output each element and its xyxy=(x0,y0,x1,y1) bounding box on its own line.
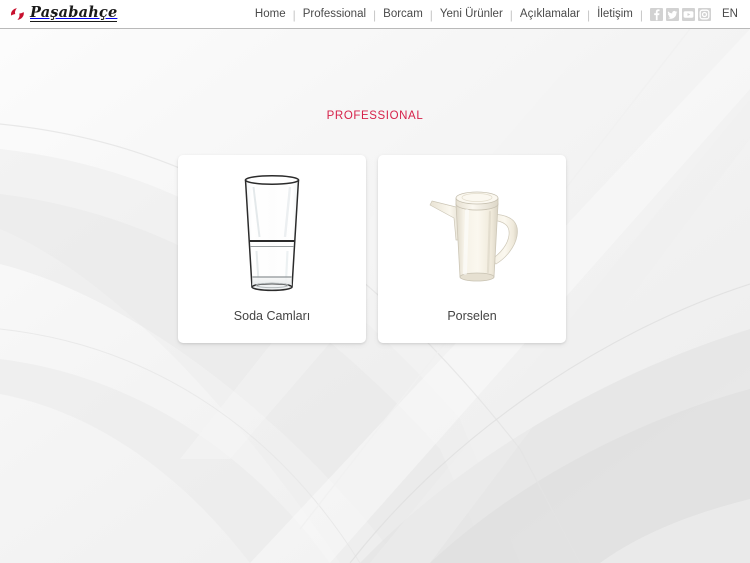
main-navigation: Home | Professional | Borcam | Yeni Ürün… xyxy=(248,0,742,29)
nav-item-yeni-urunler[interactable]: Yeni Ürünler xyxy=(433,0,510,29)
nav-item-professional[interactable]: Professional xyxy=(296,0,373,29)
drinking-glass-tumbler-icon xyxy=(178,165,366,303)
social-links xyxy=(643,8,717,21)
product-card-porselen[interactable]: Porselen xyxy=(378,155,566,343)
nav-item-iletisim[interactable]: İletişim xyxy=(590,0,640,29)
language-switcher[interactable]: EN xyxy=(717,0,742,29)
site-logo[interactable]: Paşabahçe xyxy=(9,3,118,25)
youtube-icon[interactable] xyxy=(682,8,696,21)
page-title: PROFESSIONAL xyxy=(326,110,424,122)
nav-item-home[interactable]: Home xyxy=(248,0,293,29)
instagram-icon[interactable] xyxy=(698,8,712,21)
product-card-soda-camlari[interactable]: Soda Camları xyxy=(178,155,366,343)
facebook-icon[interactable] xyxy=(650,8,664,21)
product-card-label: Porselen xyxy=(447,309,497,323)
pasabahce-swoosh-icon xyxy=(9,6,26,23)
twitter-icon[interactable] xyxy=(666,8,680,21)
product-card-label: Soda Camları xyxy=(233,309,311,323)
logo-wordmark: Paşabahçe xyxy=(30,3,118,23)
main-content: PROFESSIONAL Soda Camları Porselen xyxy=(0,29,750,563)
porcelain-coffee-pot-icon xyxy=(378,165,566,303)
nav-item-borcam[interactable]: Borcam xyxy=(376,0,430,29)
product-category-grid: Soda Camları Porselen xyxy=(178,155,566,343)
nav-item-aciklamalar[interactable]: Açıklamalar xyxy=(513,0,587,29)
site-header: Paşabahçe Home | Professional | Borcam |… xyxy=(0,0,750,29)
